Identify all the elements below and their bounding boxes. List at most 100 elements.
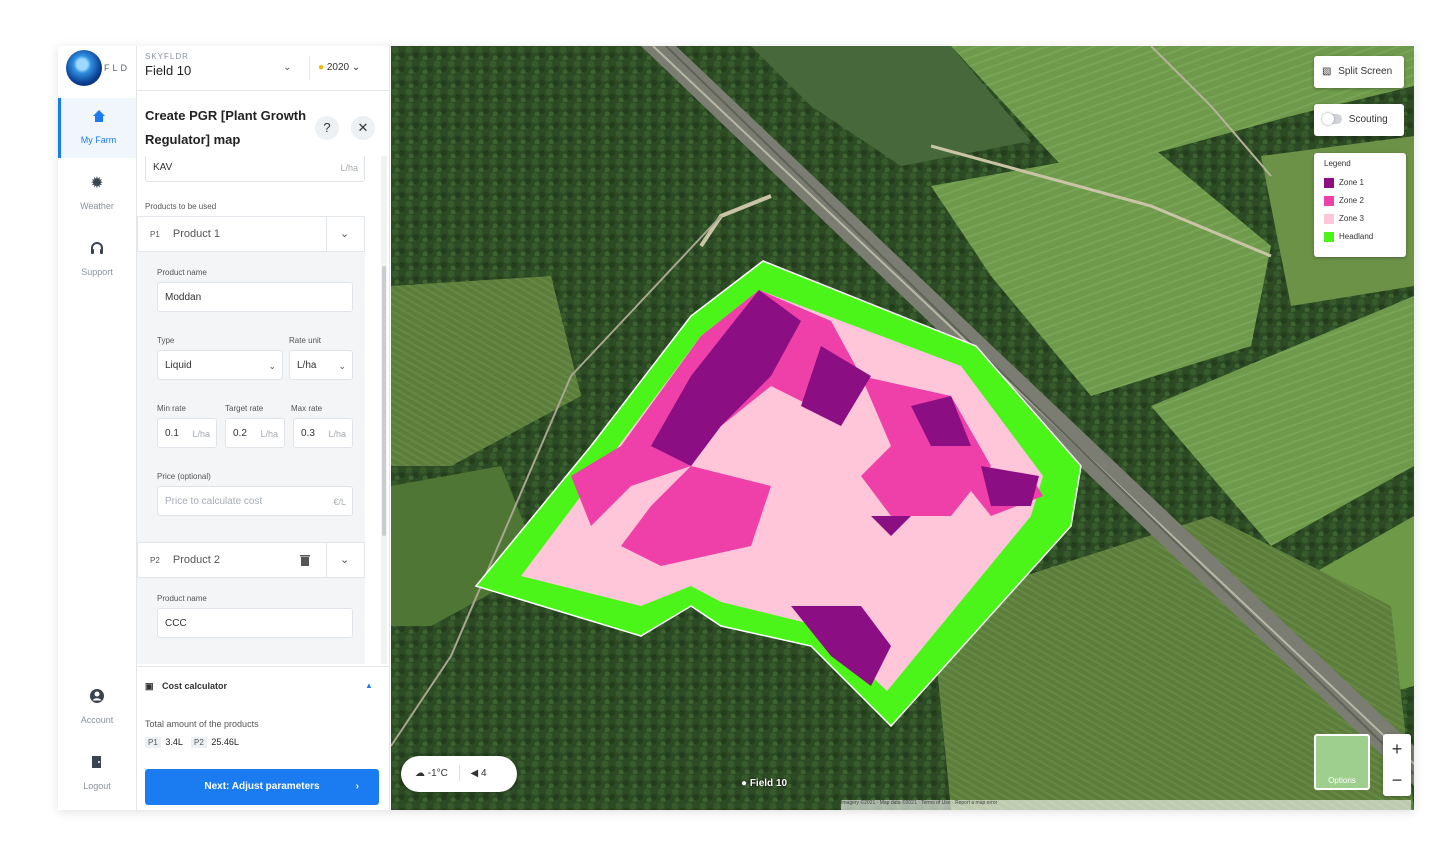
total-label: Total amount of the products (145, 719, 259, 729)
p1-tag: P1 (145, 737, 161, 748)
logo-text: FLD (104, 63, 131, 73)
wind-icon: ◀ (470, 768, 479, 779)
pgr-zone-overlay (474, 260, 1082, 728)
product2-name-input[interactable]: CCC (157, 608, 353, 638)
zoom-control: + − (1383, 734, 1411, 796)
legend-item: Zone 2 (1324, 195, 1364, 207)
target-rate-value: 0.2 (233, 428, 247, 439)
nav-label: My Farm (80, 135, 117, 145)
farm-field-selector[interactable]: SKYFLDR Field 10 (145, 52, 295, 86)
field-map-label-text: Field 10 (749, 778, 788, 789)
partial-field[interactable]: KAV L/ha (145, 156, 365, 182)
year-selector[interactable]: ● 2020 ⌄ (309, 56, 388, 80)
p2-tag: P2 (191, 737, 207, 748)
chevron-down-icon: ⌄ (338, 361, 346, 371)
max-rate-input[interactable]: 0.3 L/ha (293, 418, 353, 448)
rate-suffix: L/ha (260, 429, 278, 439)
rate-unit-label: Rate unit (289, 336, 322, 345)
trash-icon[interactable] (300, 543, 310, 577)
product2-header[interactable]: P2 Product 2 ⌄ (137, 542, 365, 578)
legend-label: Headland (1339, 232, 1374, 241)
next-button-label: Next: Adjust parameters (204, 781, 320, 792)
legend-swatch (1324, 231, 1334, 242)
map-attribution: Imagery ©2021 · Map data ©2021 · Terms o… (841, 800, 1411, 810)
divider (458, 765, 460, 782)
map-options-button[interactable]: Options (1314, 734, 1370, 790)
products-label: Products to be used (145, 202, 217, 211)
rate-unit-select[interactable]: L/ha ⌄ (289, 350, 353, 380)
map-legend: Legend Zone 1 Zone 2 Zone 3 Headland (1314, 153, 1406, 257)
headset-icon (87, 240, 107, 260)
chevron-down-icon[interactable]: ⌄ (340, 543, 349, 577)
price-input[interactable]: Price to calculate cost €/L (157, 486, 353, 516)
split-screen-button[interactable]: ▧ Split Screen (1314, 56, 1404, 88)
logo-globe-icon (66, 50, 102, 86)
max-rate-value: 0.3 (301, 428, 315, 439)
zoom-out-button[interactable]: − (1383, 765, 1411, 796)
nav-item-weather[interactable]: ✹ Weather (58, 164, 136, 224)
product-name-label: Product name (157, 594, 207, 603)
year-value: 2020 (326, 62, 350, 73)
product-totals: P1 3.4L P2 25.46L (145, 737, 239, 748)
product-name-label: Product name (157, 268, 207, 277)
type-select[interactable]: Liquid ⌄ (157, 350, 283, 380)
scouting-toggle[interactable]: Scouting (1314, 104, 1404, 136)
toggle-switch[interactable] (1322, 113, 1342, 126)
calculator-icon: ▣ (145, 681, 154, 691)
nav-item-logout[interactable]: Logout (58, 744, 136, 804)
legend-title: Legend (1324, 159, 1351, 168)
price-label: Price (optional) (157, 472, 211, 481)
rate-unit-value: L/ha (297, 360, 317, 371)
zoom-in-button[interactable]: + (1383, 734, 1411, 765)
weather-pill[interactable]: ☁ -1°C ◀ 4 (401, 756, 517, 792)
legend-item: Zone 3 (1324, 213, 1364, 225)
legend-label: Zone 1 (1339, 178, 1364, 187)
cloud-icon: ☁ (415, 768, 425, 779)
nav-item-my-farm[interactable]: My Farm (58, 98, 136, 158)
panel-title: Create PGR [Plant Growth Regulator] map (145, 108, 307, 147)
next-adjust-parameters-button[interactable]: Next: Adjust parameters › (145, 769, 379, 805)
nav-item-account[interactable]: Account (58, 678, 136, 738)
legend-label: Zone 3 (1339, 214, 1364, 223)
divider (326, 217, 327, 251)
type-value: Liquid (165, 360, 192, 371)
rate-suffix: L/ha (192, 429, 210, 439)
app-logo[interactable]: FLD (66, 50, 132, 90)
field-marker-icon: ● (741, 778, 748, 789)
partial-field-unit: L/ha (340, 163, 358, 173)
satellite-map[interactable]: ▧ Split Screen Scouting Legend Zone 1 Zo… (391, 46, 1414, 810)
pgr-panel: SKYFLDR Field 10 ⌄ ● 2020 ⌄ Create PGR [… (137, 46, 390, 810)
farm-label: SKYFLDR (145, 52, 189, 61)
sun-icon: ● (318, 62, 325, 73)
field-map-label[interactable]: ● Field 10 (741, 778, 787, 789)
nav-label: Account (80, 715, 114, 725)
p1-total: 3.4L (165, 737, 183, 747)
max-rate-label: Max rate (291, 404, 323, 413)
product-badge: P1 (150, 230, 160, 239)
cost-calculator: ▣ Cost calculator ▲ Total amount of the … (137, 666, 389, 810)
scrollbar-thumb[interactable] (382, 266, 386, 536)
split-screen-icon: ▧ (1322, 66, 1332, 77)
close-button[interactable]: ✕ (351, 116, 375, 140)
chevron-up-icon[interactable]: ▲ (365, 681, 373, 690)
product2-body: Product name CCC (137, 578, 365, 664)
nav-label: Logout (83, 781, 111, 791)
help-button[interactable]: ? (315, 116, 339, 140)
chevron-right-icon: › (355, 781, 359, 792)
product1-name-input[interactable]: Moddan (157, 282, 353, 312)
panel-scroll-area[interactable]: KAV L/ha Products to be used P1 Product … (137, 156, 381, 664)
min-rate-input[interactable]: 0.1 L/ha (157, 418, 217, 448)
temperature-value: -1°C (427, 768, 448, 779)
help-icon: ? (323, 120, 331, 135)
rate-suffix: L/ha (328, 429, 346, 439)
panel-scrollbar[interactable] (381, 156, 387, 664)
nav-item-support[interactable]: Support (58, 230, 136, 290)
chevron-down-icon[interactable]: ⌄ (340, 217, 349, 251)
toggle-knob (1322, 113, 1334, 126)
cost-calculator-header[interactable]: ▣ Cost calculator (145, 681, 227, 692)
product1-header[interactable]: P1 Product 1 ⌄ (137, 216, 365, 252)
product2-name-value: CCC (165, 618, 187, 629)
min-rate-value: 0.1 (165, 428, 179, 439)
nav-rail: FLD My Farm ✹ Weather Support Account Lo… (58, 46, 137, 810)
target-rate-input[interactable]: 0.2 L/ha (225, 418, 285, 448)
